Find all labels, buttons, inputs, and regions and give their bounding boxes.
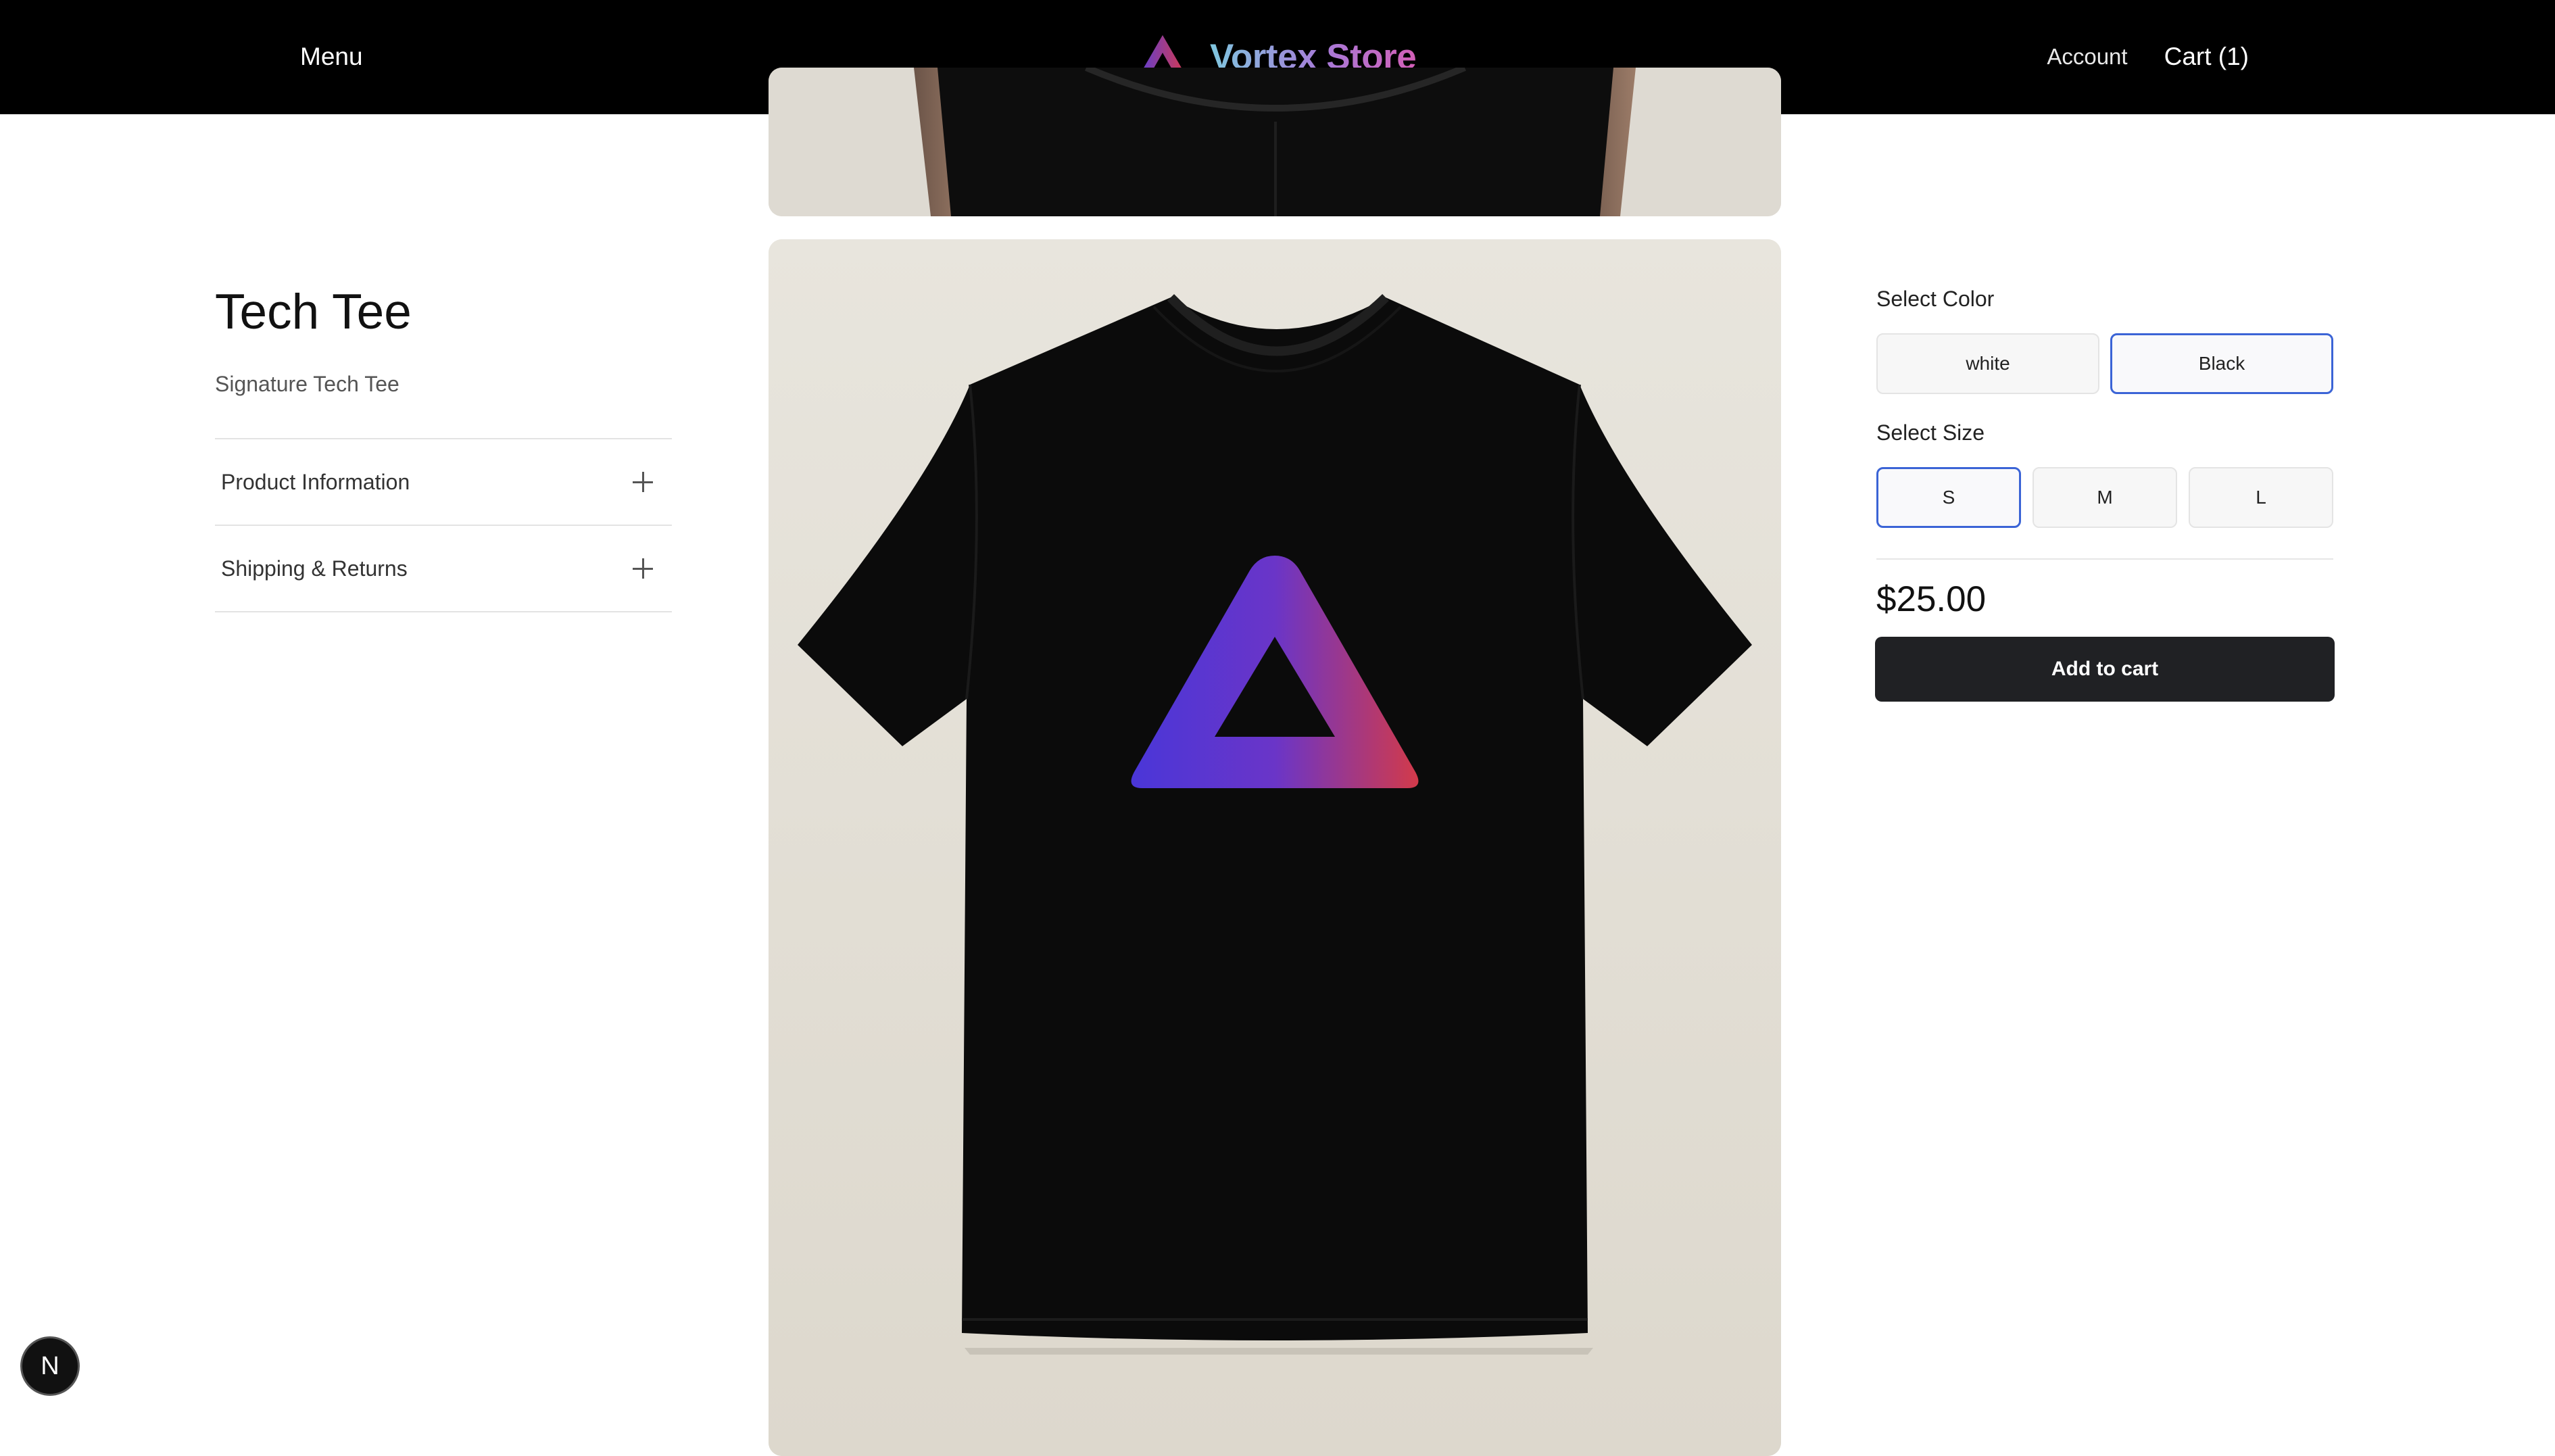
product-image-1 [769,68,1781,216]
product-image-main [769,239,1781,1456]
size-option-m[interactable]: M [2033,467,2177,528]
account-link[interactable]: Account [2047,44,2127,70]
product-accordion: Product Information Shipping & Returns [215,438,672,612]
nextjs-dev-badge[interactable]: N [20,1336,80,1396]
color-option-black[interactable]: Black [2110,333,2333,394]
size-option-l[interactable]: L [2189,467,2333,528]
product-title: Tech Tee [215,285,412,339]
product-subtitle: Signature Tech Tee [215,372,399,396]
accordion-label: Product Information [221,469,410,494]
cart-button[interactable]: Cart (1) [2164,43,2249,71]
select-size-label: Select Size [1876,420,1985,445]
size-option-s[interactable]: S [1876,467,2021,528]
accordion-product-information[interactable]: Product Information [215,439,672,526]
plus-icon [633,558,653,579]
menu-button[interactable]: Menu [300,35,363,78]
accordion-label: Shipping & Returns [221,556,408,581]
plus-icon [633,472,653,492]
select-color-label: Select Color [1876,287,1995,311]
add-to-cart-button[interactable]: Add to cart [1875,637,2335,702]
product-price: $25.00 [1876,579,1987,619]
tshirt-image-partial [769,68,1781,216]
color-option-white[interactable]: white [1876,333,2099,394]
accordion-shipping-returns[interactable]: Shipping & Returns [215,526,672,612]
tshirt-image [769,239,1781,1456]
divider [1876,558,2333,560]
header-nav: Account Cart (1) [2047,35,2249,78]
